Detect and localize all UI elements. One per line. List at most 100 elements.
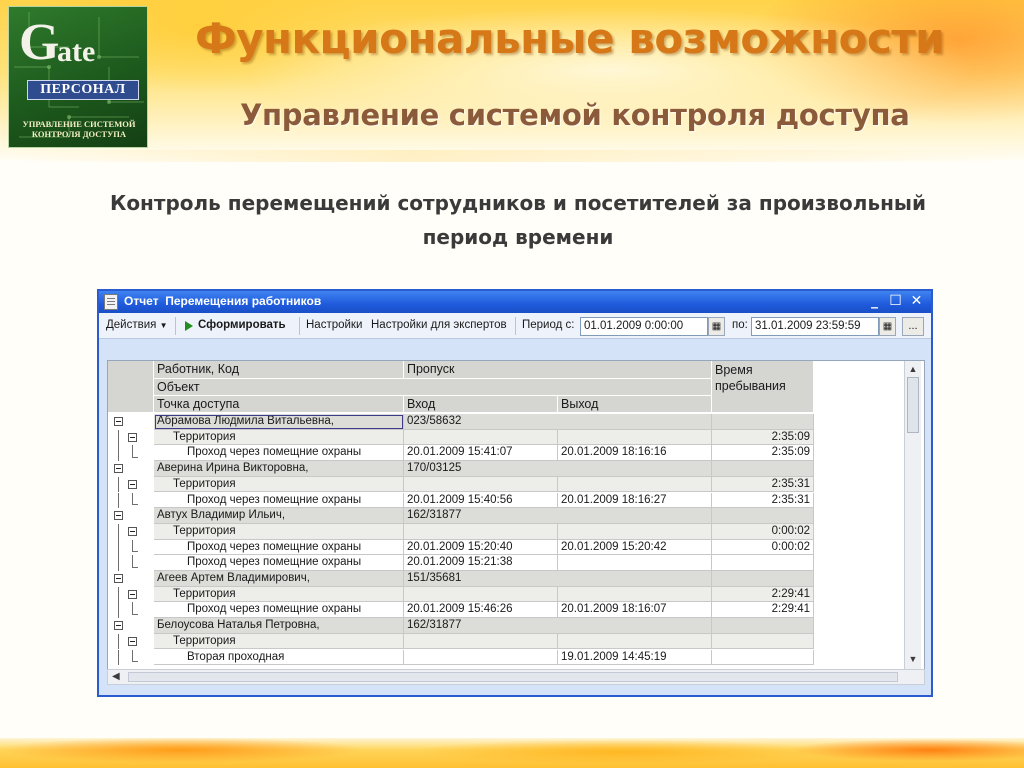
row-entry-cell[interactable]: 20.01.2009 15:20:40 [404, 539, 558, 556]
row-pass-code-cell[interactable]: 162/31877 [404, 508, 712, 524]
tree-node [108, 461, 154, 477]
collapse-toggle-icon[interactable] [128, 479, 137, 489]
row-exit-cell[interactable]: 20.01.2009 15:20:42 [558, 539, 712, 556]
collapse-toggle-icon[interactable] [128, 432, 137, 442]
row-name-cell[interactable]: Проход через помещние охраны [154, 602, 404, 619]
row-name-cell[interactable]: Проход через помещние охраны [154, 492, 404, 509]
row-stay-time-cell[interactable]: 0:00:02 [712, 523, 814, 540]
row-stay-time-cell[interactable] [712, 555, 814, 571]
collapse-toggle-icon[interactable] [114, 464, 123, 474]
scroll-thumb[interactable] [907, 377, 919, 433]
row-name-cell[interactable]: Абрамова Людмила Витальевна, [154, 414, 404, 430]
scroll-up-icon[interactable]: ▲ [907, 363, 919, 375]
row-exit-cell[interactable] [558, 429, 712, 446]
row-entry-cell[interactable] [404, 429, 558, 446]
row-stay-time-cell[interactable] [712, 633, 814, 650]
row-stay-time-cell[interactable] [712, 649, 814, 666]
row-stay-time-cell[interactable] [712, 461, 814, 477]
maximize-button[interactable]: ☐ [886, 293, 905, 310]
header-object: Объект [154, 379, 712, 396]
window-titlebar[interactable]: Отчет Перемещения работников _ ☐ ✕ [99, 291, 931, 313]
row-stay-time-cell[interactable] [712, 414, 814, 430]
row-pass-code-cell[interactable]: 151/35681 [404, 571, 712, 587]
row-name-cell[interactable]: Агеев Артем Владимирович, [154, 571, 404, 587]
tree-node [108, 523, 154, 540]
row-name-cell[interactable]: Территория [154, 633, 404, 650]
row-stay-time-cell[interactable]: 0:00:02 [712, 539, 814, 556]
calendar-icon[interactable]: ▦ [708, 317, 725, 336]
row-stay-time-cell[interactable] [712, 571, 814, 587]
tree-line [118, 492, 119, 509]
row-name-cell[interactable]: Автух Владимир Ильич, [154, 508, 404, 524]
scroll-thumb[interactable] [128, 672, 898, 682]
report-grid[interactable]: Работник, Код Пропуск Время пребывания О… [107, 360, 925, 670]
actions-menu[interactable]: Действия ▼ [106, 319, 168, 331]
row-exit-cell[interactable]: 20.01.2009 18:16:27 [558, 492, 712, 509]
row-entry-cell[interactable] [404, 586, 558, 603]
row-exit-cell[interactable]: 20.01.2009 18:16:07 [558, 602, 712, 619]
row-entry-cell[interactable] [404, 476, 558, 493]
collapse-toggle-icon[interactable] [114, 417, 123, 426]
row-exit-cell[interactable]: 20.01.2009 18:16:16 [558, 445, 712, 462]
row-entry-cell[interactable] [404, 523, 558, 540]
expert-settings-button[interactable]: Настройки для экспертов [371, 319, 507, 331]
vertical-scrollbar[interactable]: ▲ ▼ [904, 361, 921, 669]
settings-button[interactable]: Настройки [306, 319, 362, 331]
collapse-toggle-icon[interactable] [114, 621, 123, 631]
row-stay-time-cell[interactable]: 2:35:31 [712, 476, 814, 493]
collapse-toggle-icon[interactable] [128, 526, 137, 536]
row-entry-cell[interactable] [404, 633, 558, 650]
row-name-cell[interactable]: Проход через помещние охраны [154, 539, 404, 556]
scroll-left-icon[interactable]: ◀ [112, 671, 120, 682]
row-exit-cell[interactable] [558, 586, 712, 603]
row-stay-time-cell[interactable]: 2:35:31 [712, 492, 814, 509]
row-name-cell[interactable]: Аверина Ирина Викторовна, [154, 461, 404, 477]
collapse-toggle-icon[interactable] [128, 589, 137, 599]
row-exit-cell[interactable] [558, 633, 712, 650]
row-stay-time-cell[interactable]: 2:35:09 [712, 429, 814, 446]
calendar-icon[interactable]: ▦ [879, 317, 896, 336]
row-stay-time-cell[interactable]: 2:29:41 [712, 586, 814, 603]
row-name-cell[interactable]: Вторая проходная [154, 649, 404, 666]
row-name-cell[interactable]: Территория [154, 429, 404, 446]
row-entry-cell[interactable]: 20.01.2009 15:41:07 [404, 445, 558, 462]
row-exit-cell[interactable]: 19.01.2009 14:45:19 [558, 649, 712, 666]
period-from-input[interactable]: 01.01.2009 0:00:00 [580, 317, 708, 336]
gate-personal-logo: G ate ПЕРСОНАЛ УПРАВЛЕНИЕ СИСТЕМОЙ КОНТР… [8, 6, 148, 148]
header-stay-time: Время пребывания [712, 361, 814, 413]
row-name-cell[interactable]: Проход через помещние охраны [154, 445, 404, 462]
row-name-cell[interactable]: Территория [154, 523, 404, 540]
row-entry-cell[interactable]: 20.01.2009 15:40:56 [404, 492, 558, 509]
row-exit-cell[interactable] [558, 555, 712, 571]
tree-line [132, 602, 133, 615]
row-pass-code-cell[interactable]: 023/58632 [404, 414, 712, 430]
row-pass-code-cell[interactable]: 162/31877 [404, 618, 712, 634]
row-stay-time-cell[interactable] [712, 508, 814, 524]
more-options-button[interactable]: ... [902, 317, 924, 336]
horizontal-scrollbar[interactable]: ◀ [107, 669, 925, 685]
row-stay-time-cell[interactable]: 2:29:41 [712, 602, 814, 619]
collapse-toggle-icon[interactable] [128, 636, 137, 646]
logo-letter-g: G [19, 14, 60, 71]
period-to-input[interactable]: 31.01.2009 23:59:59 [751, 317, 879, 336]
row-entry-cell[interactable]: 20.01.2009 15:46:26 [404, 602, 558, 619]
row-entry-cell[interactable]: 20.01.2009 15:21:38 [404, 555, 558, 571]
close-button[interactable]: ✕ [907, 293, 926, 310]
row-pass-code-cell[interactable]: 170/03125 [404, 461, 712, 477]
row-exit-cell[interactable] [558, 476, 712, 493]
row-name-cell[interactable]: Территория [154, 476, 404, 493]
row-name-cell[interactable]: Проход через помещние охраны [154, 555, 404, 571]
row-stay-time-cell[interactable] [712, 618, 814, 634]
collapse-toggle-icon[interactable] [114, 574, 123, 583]
row-exit-cell[interactable] [558, 523, 712, 540]
collapse-toggle-icon[interactable] [114, 511, 123, 521]
scroll-down-icon[interactable]: ▼ [907, 653, 919, 665]
minimize-button[interactable]: _ [865, 293, 884, 310]
row-name-cell[interactable]: Территория [154, 586, 404, 603]
row-entry-cell[interactable] [404, 649, 558, 666]
row-stay-time-cell[interactable]: 2:35:09 [712, 445, 814, 462]
tree-line [132, 661, 138, 663]
tree-line [132, 551, 138, 553]
row-name-cell[interactable]: Белоусова Наталья Петровна, [154, 618, 404, 634]
generate-button[interactable]: Сформировать [198, 319, 286, 331]
